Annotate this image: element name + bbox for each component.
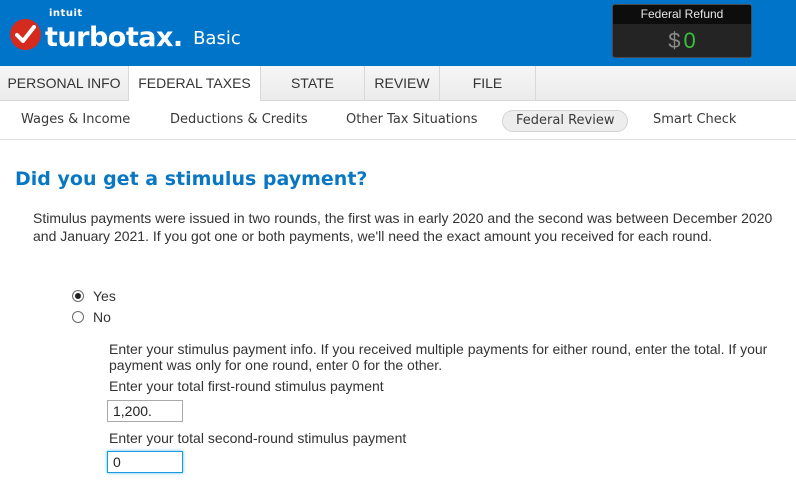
refund-currency: $ [668,28,681,53]
tab-state-taxes[interactable]: STATE TAXES [261,66,365,125]
refund-title: Federal Refund [613,5,751,24]
refund-amount: $0 [613,24,751,57]
checkmark-logo-icon [10,18,41,50]
second-round-label: Enter your total second-round stimulus p… [109,430,407,446]
edition-label: Basic [193,27,241,49]
first-round-input[interactable] [107,400,183,422]
secondary-nav: Wages & Income Deductions & Credits Othe… [0,101,796,140]
tab-federal-taxes[interactable]: FEDERAL TAXES [129,66,261,103]
second-round-input[interactable] [107,451,183,473]
option-no-label: No [93,309,111,325]
subnav-deductions-credits[interactable]: Deductions & Credits [170,110,308,132]
radio-no[interactable] [72,311,84,323]
tab-personal-info[interactable]: PERSONAL INFO [0,66,129,102]
top-header: intuit turbotax. Basic Federal Refund $0 [0,0,796,64]
primary-tabs: PERSONAL INFO FEDERAL TAXES STATE TAXES … [0,64,796,125]
page-title: Did you get a stimulus payment? [15,168,368,190]
radio-yes[interactable] [72,290,84,302]
option-no[interactable]: No [72,309,111,325]
subnav-federal-review[interactable]: Federal Review [502,110,629,132]
tab-review[interactable]: REVIEW [365,66,440,102]
turbotax-label: turbotax. [45,21,183,53]
refund-value: 0 [683,28,696,53]
tab-file[interactable]: FILE [440,66,536,102]
intro-text: Stimulus payments were issued in two rou… [33,210,773,244]
subnav-other-tax-situations[interactable]: Other Tax Situations [346,110,477,132]
option-yes[interactable]: Yes [72,288,116,304]
detail-instructions: Enter your stimulus payment info. If you… [109,341,768,373]
turbotax-logo: intuit turbotax. Basic [10,7,241,53]
subnav-smart-check[interactable]: Smart Check [653,110,736,132]
federal-refund-meter: Federal Refund $0 [612,4,752,58]
intuit-label: intuit [49,7,83,19]
first-round-label: Enter your total first-round stimulus pa… [109,378,384,394]
option-yes-label: Yes [93,288,116,304]
subnav-wages-income[interactable]: Wages & Income [21,110,130,132]
brand-wordmark: intuit turbotax. Basic [45,7,241,53]
